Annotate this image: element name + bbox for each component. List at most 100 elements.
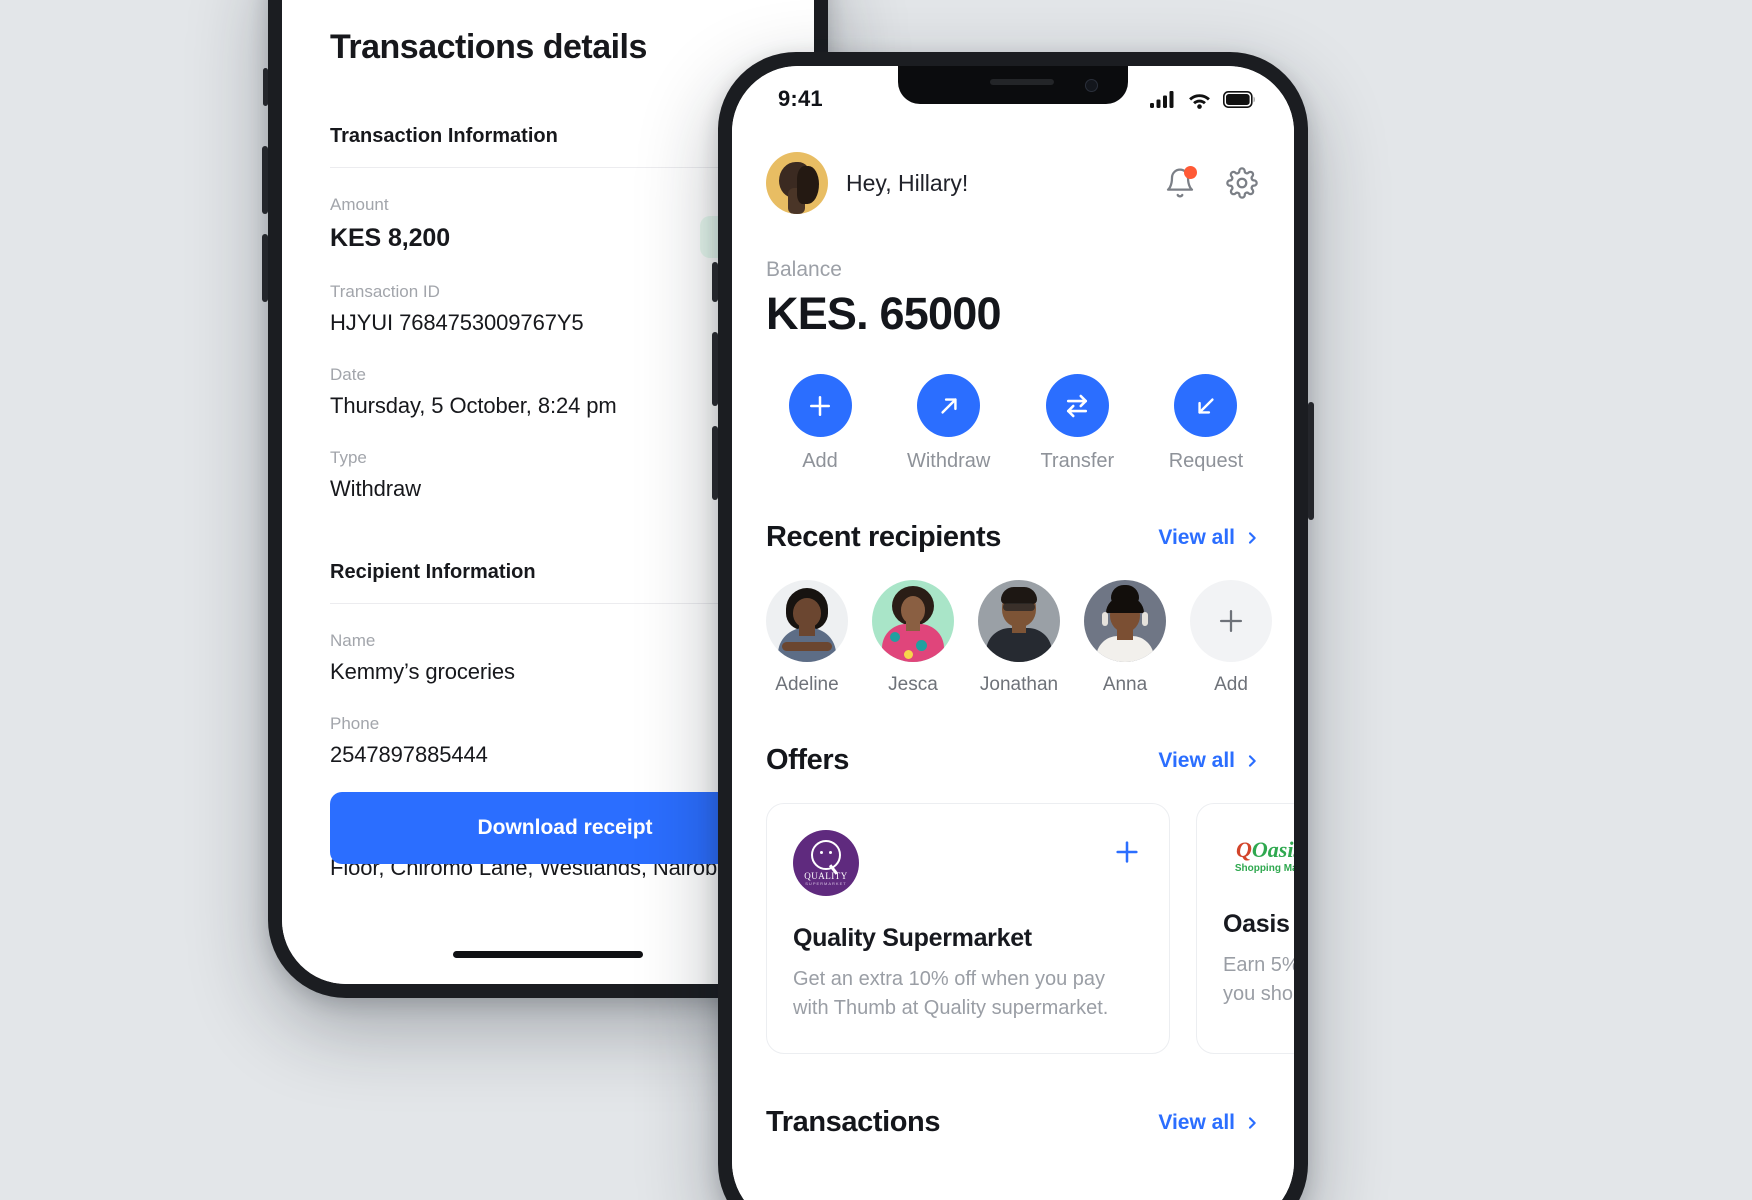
field-label: Amount (330, 195, 389, 214)
battery-icon (1223, 90, 1255, 108)
arrow-up-right-icon (941, 397, 957, 414)
field-label: Date (330, 364, 366, 384)
offer-card-top: QOasis Shopping Mall (1223, 830, 1294, 882)
power-button-right[interactable] (1308, 402, 1314, 520)
recipient-anna[interactable]: Anna (1084, 580, 1166, 696)
field-transaction-id: Transaction ID HJYUI 7684753009767Y5 (330, 281, 766, 338)
action-withdraw-circle (917, 374, 981, 437)
plus-icon (1116, 841, 1138, 863)
offer-card-top: QUALITY SUPERMARKET (793, 830, 1143, 896)
action-transfer-circle (1045, 374, 1109, 437)
phone-right-home-dashboard: 9:41 Hey, Hillary! Balance KES. 65000 Ad… (712, 52, 1314, 1200)
quality-logo-word: QUALITY (804, 871, 848, 881)
arrow-down-left-icon (1198, 397, 1214, 414)
section-divider (330, 167, 766, 168)
right-phone-bezel: 9:41 Hey, Hillary! Balance KES. 65000 Ad… (732, 66, 1294, 1200)
recipient-avatar (978, 580, 1060, 662)
recipient-adeline[interactable]: Adeline (766, 580, 848, 696)
field-value: Kemmy’s groceries (330, 659, 515, 685)
view-all-label: View all (1158, 1110, 1235, 1134)
add-recipient-circle (1190, 580, 1272, 662)
view-all-offers-link[interactable]: View all (1158, 749, 1260, 773)
mute-switch[interactable] (263, 68, 268, 106)
recipient-name: Anna (1102, 674, 1148, 695)
field-phone: Phone 2547897885444 (330, 713, 766, 770)
recipient-jonathan[interactable]: Jonathan (978, 580, 1060, 696)
field-label: Name (330, 631, 376, 651)
dashboard-header: Hey, Hillary! (766, 152, 1260, 214)
notifications-button[interactable] (1162, 165, 1198, 201)
recipient-name: Jonathan (979, 674, 1059, 695)
field-value: Thursday, 5 October, 8:24 pm (330, 392, 617, 418)
quality-logo-sub: SUPERMARKET (805, 881, 847, 886)
view-all-recipients-link[interactable]: View all (1158, 526, 1260, 550)
action-add[interactable]: Add (766, 374, 874, 473)
action-transfer[interactable]: Transfer (1023, 374, 1131, 473)
view-all-label: View all (1158, 748, 1235, 772)
recipient-jesca[interactable]: Jesca (872, 580, 954, 696)
cellular-signal-icon (1150, 90, 1174, 108)
chevron-right-icon (1248, 754, 1256, 767)
action-label: Withdraw (906, 450, 991, 472)
field-value: 2547897885444 (330, 742, 488, 768)
balance-amount: KES. 65000 (766, 288, 1001, 339)
field-value: HJYUI 7684753009767Y5 (330, 309, 584, 335)
status-bar-time: 9:41 (778, 86, 823, 111)
recipient-avatar (872, 580, 954, 662)
home-indicator[interactable] (453, 951, 643, 958)
recipient-name: Adeline (775, 674, 839, 695)
offer-title: Quality Supermarket (793, 924, 1032, 952)
offer-title: Oasis Shopping Mall (1223, 910, 1294, 938)
add-offer-button[interactable] (1111, 836, 1143, 873)
offers-carousel[interactable]: QUALITY SUPERMARKET Quality Supermarket (766, 803, 1294, 1054)
oasis-logo-rest: Oasis (1251, 836, 1294, 862)
section-title: Transactions (766, 1106, 941, 1138)
view-all-transactions-link[interactable]: View all (1158, 1111, 1260, 1135)
action-request-circle (1174, 374, 1238, 437)
quality-smiley-glyph (811, 840, 841, 870)
chevron-right-icon (1248, 531, 1256, 544)
mute-switch-right[interactable] (712, 262, 718, 302)
wifi-icon (1189, 93, 1210, 109)
action-label: Add (802, 450, 838, 472)
recipient-avatar (766, 580, 848, 662)
quality-supermarket-logo: QUALITY SUPERMARKET (793, 830, 859, 896)
status-bar-icons (1150, 90, 1256, 109)
header-actions (1162, 165, 1260, 201)
recipient-add[interactable]: Add (1190, 580, 1272, 696)
oasis-logo-initial: Q (1235, 836, 1252, 862)
action-label: Request (1168, 450, 1244, 472)
field-date: Date Thursday, 5 October, 8:24 pm (330, 364, 766, 421)
offer-card-oasis-shopping-mall[interactable]: QOasis Shopping Mall Oasis Shopping Mall… (1196, 803, 1294, 1054)
volume-up-button-right[interactable] (712, 332, 718, 406)
field-type: Type Withdraw (330, 447, 766, 504)
volume-down-button[interactable] (262, 234, 268, 302)
section-title: Offers (766, 744, 850, 776)
section-heading-transaction-information: Transaction Information (330, 125, 558, 147)
volume-up-button[interactable] (262, 146, 268, 214)
action-request[interactable]: Request (1152, 374, 1260, 473)
volume-down-button-right[interactable] (712, 426, 718, 500)
gear-icon (1226, 167, 1258, 199)
offer-description: Get an extra 10% off when you pay with T… (793, 968, 1109, 1019)
field-amount: Amount KES 8,200 Completed (330, 194, 814, 258)
action-withdraw[interactable]: Withdraw (895, 374, 1003, 473)
field-label: Transaction ID (330, 281, 440, 301)
field-label: Phone (330, 714, 380, 734)
chevron-right-icon (1248, 1116, 1256, 1129)
offer-card-quality-supermarket[interactable]: QUALITY SUPERMARKET Quality Supermarket (766, 803, 1170, 1054)
page-title: Transactions details (330, 28, 647, 66)
oasis-logo-sub: Shopping Mall (1234, 862, 1294, 874)
avatar[interactable] (766, 152, 828, 214)
dashboard-scroll-area[interactable]: Hey, Hillary! Balance KES. 65000 Add Wit… (732, 118, 1294, 1200)
recent-recipients-header: Recent recipients View all (766, 521, 1260, 554)
section-heading-recipient-information: Recipient Information (330, 561, 536, 584)
balance-label: Balance (766, 258, 842, 281)
status-bar: 9:41 (732, 66, 1294, 118)
notification-dot (1184, 166, 1197, 179)
recipient-name: Jesca (888, 674, 938, 695)
transfer-arrows-icon (1067, 394, 1088, 417)
field-name: Name Kemmy’s groceries (330, 630, 766, 687)
section-title: Recent recipients (766, 521, 1001, 553)
settings-button[interactable] (1224, 165, 1260, 201)
